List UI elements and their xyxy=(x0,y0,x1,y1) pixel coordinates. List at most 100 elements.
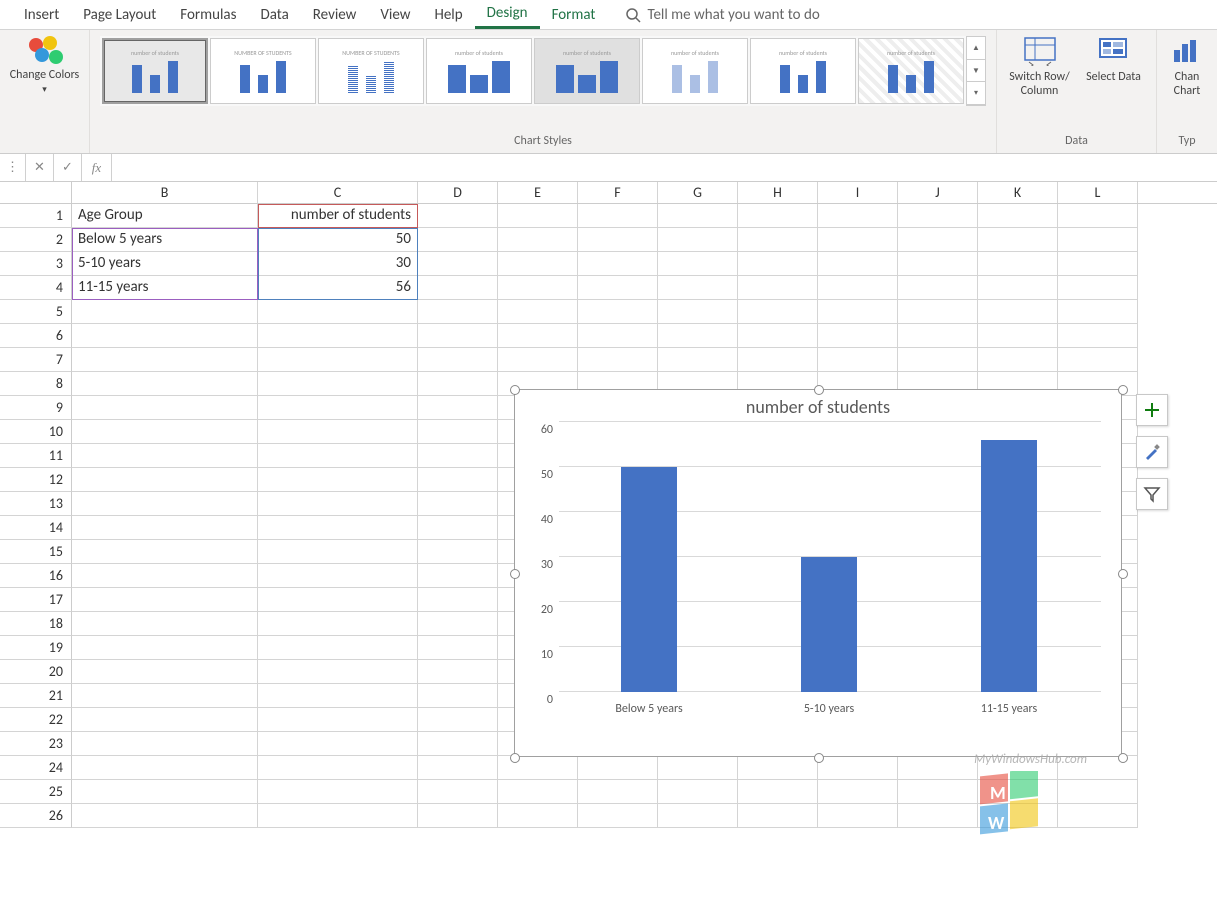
cell-D19[interactable] xyxy=(418,636,498,660)
cell-F3[interactable] xyxy=(578,252,658,276)
cell-C16[interactable] xyxy=(258,564,418,588)
cell-D26[interactable] xyxy=(418,804,498,828)
row-header-2[interactable]: 2 xyxy=(0,228,72,252)
row-header-11[interactable]: 11 xyxy=(0,444,72,468)
col-header-K[interactable]: K xyxy=(978,182,1058,203)
cell-D4[interactable] xyxy=(418,276,498,300)
row-header-8[interactable]: 8 xyxy=(0,372,72,396)
cell-G26[interactable] xyxy=(658,804,738,828)
cell-C2[interactable]: 50 xyxy=(258,228,418,252)
cell-J7[interactable] xyxy=(898,348,978,372)
cell-B16[interactable] xyxy=(72,564,258,588)
chart-style-3[interactable]: NUMBER OF STUDENTS xyxy=(318,38,424,104)
chart-style-5[interactable]: number of students xyxy=(534,38,640,104)
cell-J2[interactable] xyxy=(898,228,978,252)
cell-C21[interactable] xyxy=(258,684,418,708)
row-header-17[interactable]: 17 xyxy=(0,588,72,612)
cell-J6[interactable] xyxy=(898,324,978,348)
col-header-L[interactable]: L xyxy=(1058,182,1138,203)
tab-formulas[interactable]: Formulas xyxy=(168,2,248,28)
cell-K2[interactable] xyxy=(978,228,1058,252)
row-header-19[interactable]: 19 xyxy=(0,636,72,660)
cell-C7[interactable] xyxy=(258,348,418,372)
cell-C15[interactable] xyxy=(258,540,418,564)
col-header-E[interactable]: E xyxy=(498,182,578,203)
cell-H24[interactable] xyxy=(738,756,818,780)
cell-G6[interactable] xyxy=(658,324,738,348)
cell-F1[interactable] xyxy=(578,204,658,228)
tab-help[interactable]: Help xyxy=(422,2,474,28)
change-chart-type-button[interactable]: ChanChart xyxy=(1157,36,1217,98)
cell-E5[interactable] xyxy=(498,300,578,324)
row-header-26[interactable]: 26 xyxy=(0,804,72,828)
switch-row-column-button[interactable]: Switch Row/ Column xyxy=(1005,36,1075,98)
cell-B25[interactable] xyxy=(72,780,258,804)
cell-K3[interactable] xyxy=(978,252,1058,276)
tab-design[interactable]: Design xyxy=(475,0,540,29)
cell-F6[interactable] xyxy=(578,324,658,348)
cell-D2[interactable] xyxy=(418,228,498,252)
cell-C20[interactable] xyxy=(258,660,418,684)
cell-B7[interactable] xyxy=(72,348,258,372)
cell-L5[interactable] xyxy=(1058,300,1138,324)
cell-C11[interactable] xyxy=(258,444,418,468)
cell-E26[interactable] xyxy=(498,804,578,828)
cell-H5[interactable] xyxy=(738,300,818,324)
row-header-6[interactable]: 6 xyxy=(0,324,72,348)
cell-E6[interactable] xyxy=(498,324,578,348)
cell-B1[interactable]: Age Group xyxy=(72,204,258,228)
chart-style-8[interactable]: number of students xyxy=(858,38,964,104)
cell-C13[interactable] xyxy=(258,492,418,516)
cell-B13[interactable] xyxy=(72,492,258,516)
formula-input[interactable] xyxy=(112,154,1217,181)
cell-C25[interactable] xyxy=(258,780,418,804)
col-header-D[interactable]: D xyxy=(418,182,498,203)
cell-C22[interactable] xyxy=(258,708,418,732)
row-header-4[interactable]: 4 xyxy=(0,276,72,300)
row-header-3[interactable]: 3 xyxy=(0,252,72,276)
row-header-24[interactable]: 24 xyxy=(0,756,72,780)
row-header-14[interactable]: 14 xyxy=(0,516,72,540)
chart-resize-handle[interactable] xyxy=(510,753,520,763)
cell-D22[interactable] xyxy=(418,708,498,732)
col-header-I[interactable]: I xyxy=(818,182,898,203)
row-header-21[interactable]: 21 xyxy=(0,684,72,708)
row-header-20[interactable]: 20 xyxy=(0,660,72,684)
cell-C17[interactable] xyxy=(258,588,418,612)
cell-H6[interactable] xyxy=(738,324,818,348)
chart-elements-button[interactable] xyxy=(1136,394,1168,426)
cell-F7[interactable] xyxy=(578,348,658,372)
cell-I1[interactable] xyxy=(818,204,898,228)
cell-C9[interactable] xyxy=(258,396,418,420)
cell-D11[interactable] xyxy=(418,444,498,468)
tab-view[interactable]: View xyxy=(368,2,422,28)
cell-B4[interactable]: 11-15 years xyxy=(72,276,258,300)
cell-D17[interactable] xyxy=(418,588,498,612)
tab-format[interactable]: Format xyxy=(540,2,608,28)
cell-J24[interactable] xyxy=(898,756,978,780)
cell-B8[interactable] xyxy=(72,372,258,396)
cell-G25[interactable] xyxy=(658,780,738,804)
col-header-C[interactable]: C xyxy=(258,182,418,203)
chart-style-2[interactable]: NUMBER OF STUDENTS xyxy=(210,38,316,104)
chart-plot-area[interactable]: 0102030405060Below 5 years5-10 years11-1… xyxy=(559,422,1101,692)
chart-style-6[interactable]: number of students xyxy=(642,38,748,104)
cell-F25[interactable] xyxy=(578,780,658,804)
tell-me[interactable]: Tell me what you want to do xyxy=(625,6,819,24)
cell-C3[interactable]: 30 xyxy=(258,252,418,276)
cell-J26[interactable] xyxy=(898,804,978,828)
chart-object[interactable]: number of students0102030405060Below 5 y… xyxy=(514,389,1122,757)
cell-E1[interactable] xyxy=(498,204,578,228)
cell-B22[interactable] xyxy=(72,708,258,732)
cell-D9[interactable] xyxy=(418,396,498,420)
chart-resize-handle[interactable] xyxy=(1118,385,1128,395)
cell-D21[interactable] xyxy=(418,684,498,708)
cell-H3[interactable] xyxy=(738,252,818,276)
chart-style-1[interactable]: number of students xyxy=(102,38,208,104)
cell-J1[interactable] xyxy=(898,204,978,228)
cell-B12[interactable] xyxy=(72,468,258,492)
cell-C12[interactable] xyxy=(258,468,418,492)
gallery-down[interactable]: ▼ xyxy=(967,60,985,83)
row-header-15[interactable]: 15 xyxy=(0,540,72,564)
cell-H4[interactable] xyxy=(738,276,818,300)
